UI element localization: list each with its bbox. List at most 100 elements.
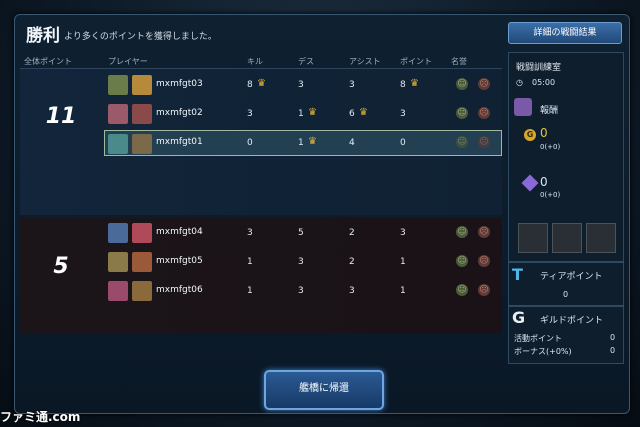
avatar xyxy=(132,252,152,272)
guild-icon: G xyxy=(512,308,526,327)
player-name: mxmfgt05 xyxy=(156,256,203,266)
bad-face-icon: ☹ xyxy=(478,136,490,148)
table-row[interactable]: mxmfgt02 3 1 ♛ 6 ♛ 3 ☺ ☹ xyxy=(104,101,502,127)
reward-slot xyxy=(552,223,582,253)
table-row[interactable]: mxmfgt06 1 3 3 1 ☺ ☹ xyxy=(104,278,502,304)
assist-value: 4 xyxy=(349,138,355,148)
tier-value: 0 xyxy=(563,290,569,299)
point-value: 3 xyxy=(400,109,406,119)
detail-results-button[interactable]: 詳細の戦闘結果 xyxy=(508,22,622,44)
death-value: 3 xyxy=(298,80,304,90)
avatar xyxy=(108,75,128,95)
activity-value: 0 xyxy=(610,333,616,342)
avatar xyxy=(132,134,152,154)
page-title: 勝利 xyxy=(26,26,60,46)
table-row[interactable]: mxmfgt04 3 5 2 3 ☺ ☹ xyxy=(104,220,502,246)
assist-value: 2 xyxy=(349,228,355,238)
reward-slot xyxy=(518,223,548,253)
col-point: ポイント xyxy=(400,57,432,66)
crystal-value: 0 xyxy=(540,175,548,189)
point-value: 0 xyxy=(400,138,406,148)
point-value: 8 xyxy=(400,80,406,90)
bad-face-icon[interactable]: ☹ xyxy=(478,226,490,238)
avatar xyxy=(132,104,152,124)
team-red-score: 5 xyxy=(53,254,69,279)
avatar xyxy=(108,281,128,301)
kill-value: 1 xyxy=(247,257,253,267)
assist-value: 2 xyxy=(349,257,355,267)
crown-icon: ♛ xyxy=(308,107,317,118)
table-row[interactable]: mxmfgt05 1 3 2 1 ☺ ☹ xyxy=(104,249,502,275)
bad-face-icon[interactable]: ☹ xyxy=(478,107,490,119)
crown-icon: ♛ xyxy=(359,107,368,118)
player-name: mxmfgt03 xyxy=(156,79,203,89)
activity-label: 活動ポイント xyxy=(514,334,562,343)
col-honor: 名誉 xyxy=(451,57,467,66)
death-value: 5 xyxy=(298,228,304,238)
table-row[interactable]: mxmfgt03 8 ♛ 3 3 8 ♛ ☺ ☹ xyxy=(104,72,502,98)
good-face-icon[interactable]: ☺ xyxy=(456,226,468,238)
crown-icon: ♛ xyxy=(308,136,317,147)
battle-time: 05:00 xyxy=(532,78,556,87)
avatar xyxy=(132,223,152,243)
crown-icon: ♛ xyxy=(257,78,266,89)
good-face-icon[interactable]: ☺ xyxy=(456,78,468,90)
col-assist: アシスト xyxy=(349,57,381,66)
reward-chest-icon xyxy=(514,98,532,116)
guild-title: ギルドポイント xyxy=(540,316,604,326)
assist-value: 3 xyxy=(349,80,355,90)
avatar xyxy=(108,134,128,154)
team-blue-score: 11 xyxy=(45,104,77,129)
death-value: 3 xyxy=(298,286,304,296)
tier-title: ティアポイント xyxy=(540,272,603,282)
gold-sub: 0(+0) xyxy=(540,143,561,151)
assist-value: 3 xyxy=(349,286,355,296)
table-row-self[interactable]: mxmfgt01 0 1 ♛ 4 0 ☺ ☹ xyxy=(104,130,502,156)
kill-value: 8 xyxy=(247,80,253,90)
reward-slot xyxy=(586,223,616,253)
return-to-bridge-button[interactable]: 艦橋に帰還 xyxy=(264,370,384,410)
gold-value: 0 xyxy=(540,126,548,140)
crystal-sub: 0(+0) xyxy=(540,191,561,199)
point-value: 3 xyxy=(400,228,406,238)
death-value: 1 xyxy=(298,109,304,119)
col-kill: キル xyxy=(247,57,263,66)
bonus-label: ボーナス(+0%) xyxy=(514,347,572,356)
avatar xyxy=(132,281,152,301)
player-name: mxmfgt06 xyxy=(156,285,203,295)
avatar xyxy=(108,104,128,124)
good-face-icon[interactable]: ☺ xyxy=(456,255,468,267)
good-face-icon: ☺ xyxy=(456,136,468,148)
good-face-icon[interactable]: ☺ xyxy=(456,107,468,119)
bonus-value: 0 xyxy=(610,346,616,355)
point-value: 1 xyxy=(400,257,406,267)
room-name: 戦闘訓練室 xyxy=(516,63,562,73)
bad-face-icon[interactable]: ☹ xyxy=(478,255,490,267)
player-name: mxmfgt04 xyxy=(156,227,203,237)
col-total-points: 全体ポイント xyxy=(24,57,72,66)
kill-value: 3 xyxy=(247,109,253,119)
avatar xyxy=(108,252,128,272)
kill-value: 1 xyxy=(247,286,253,296)
kill-value: 0 xyxy=(247,138,253,148)
good-face-icon[interactable]: ☺ xyxy=(456,284,468,296)
col-player: プレイヤー xyxy=(108,57,148,66)
bad-face-icon[interactable]: ☹ xyxy=(478,284,490,296)
death-value: 3 xyxy=(298,257,304,267)
bad-face-icon[interactable]: ☹ xyxy=(478,78,490,90)
clock-icon: ◷ xyxy=(516,78,523,87)
player-name: mxmfgt02 xyxy=(156,108,203,118)
col-death: デス xyxy=(298,57,314,66)
crown-icon: ♛ xyxy=(410,78,419,89)
avatar xyxy=(108,223,128,243)
avatar xyxy=(132,75,152,95)
reward-title: 報酬 xyxy=(540,106,559,116)
death-value: 1 xyxy=(298,138,304,148)
gold-coin-icon: G xyxy=(524,129,536,141)
tier-icon: T xyxy=(512,265,523,284)
kill-value: 3 xyxy=(247,228,253,238)
player-name: mxmfgt01 xyxy=(156,137,203,147)
page-subtitle: より多くのポイントを獲得しました。 xyxy=(64,32,217,42)
assist-value: 6 xyxy=(349,109,355,119)
point-value: 1 xyxy=(400,286,406,296)
